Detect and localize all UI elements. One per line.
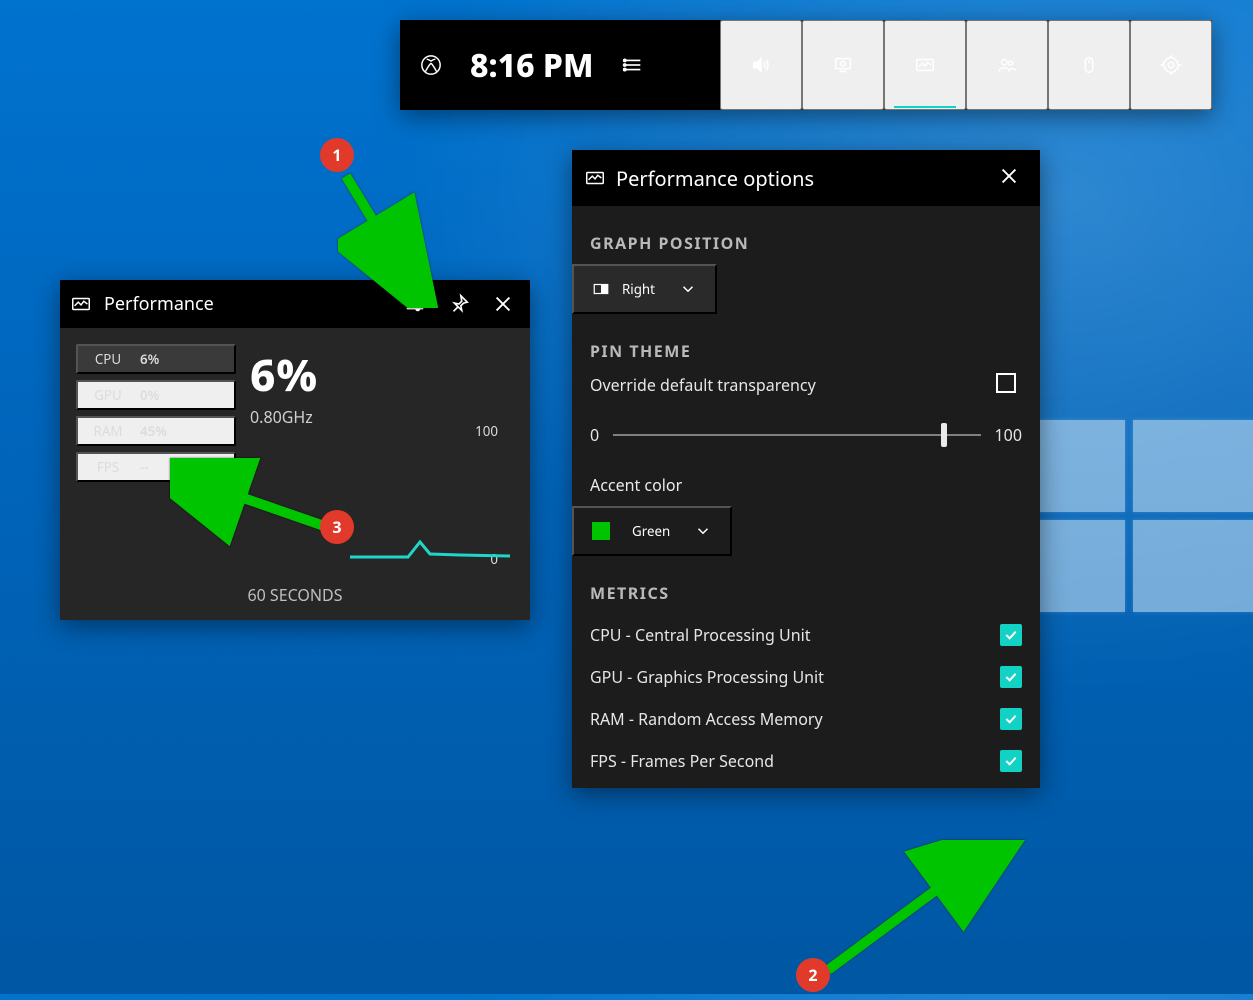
performance-icon <box>584 167 606 189</box>
gamebar-tabs <box>720 20 1212 110</box>
accent-color-label: Accent color <box>590 474 1022 496</box>
menu-icon <box>622 54 644 76</box>
audio-icon <box>750 54 772 76</box>
annotation-arrow-2 <box>820 840 1040 1000</box>
performance-options-panel: Performance options GRAPH POSITION Right… <box>572 150 1040 788</box>
xbox-button[interactable] <box>410 44 452 86</box>
tab-audio[interactable] <box>720 20 802 110</box>
override-transparency-checkbox[interactable] <box>990 372 1022 398</box>
checkbox-checked-icon <box>1000 708 1022 730</box>
slider-min: 0 <box>590 424 599 446</box>
tab-social[interactable] <box>966 20 1048 110</box>
metrics-list: CPU - Central Processing Unit GPU - Grap… <box>572 614 1040 782</box>
gamebar-clock: 8:16 PM <box>470 44 594 87</box>
checkbox-checked-icon <box>1000 624 1022 646</box>
graph-position-icon <box>592 280 610 298</box>
accent-color-value: Green <box>632 522 670 540</box>
mouse-icon <box>1078 54 1100 76</box>
section-graph-position: GRAPH POSITION <box>590 232 1022 254</box>
chart-ymax[interactable]: 100 <box>475 422 498 440</box>
checkbox-checked-icon <box>1000 750 1022 772</box>
metric-gpu[interactable]: GPU0% <box>76 380 236 410</box>
performance-titlebar: Performance <box>60 280 530 328</box>
annotation-1: 1 <box>320 138 354 172</box>
tab-capture[interactable] <box>802 20 884 110</box>
metric-toggle-ram[interactable]: RAM - Random Access Memory <box>572 698 1040 740</box>
section-pin-theme: PIN THEME <box>590 340 1022 362</box>
performance-icon <box>70 293 92 315</box>
annotation-arrow-1 <box>338 168 458 308</box>
settings-icon <box>1160 54 1182 76</box>
options-close-button[interactable] <box>990 157 1028 199</box>
chart-xlabel: 60 SECONDS <box>60 584 530 606</box>
tab-performance[interactable] <box>884 20 966 110</box>
chevron-down-icon <box>694 522 712 540</box>
override-transparency-label: Override default transparency <box>590 374 816 396</box>
windows-logo-watermark <box>1013 420 1253 620</box>
accent-color-swatch <box>592 522 610 540</box>
checkbox-empty-icon <box>996 373 1016 393</box>
section-metrics: METRICS <box>590 582 1022 604</box>
widgets-menu-button[interactable] <box>612 44 654 86</box>
xbox-icon <box>420 54 442 76</box>
tab-mouse[interactable] <box>1048 20 1130 110</box>
close-button[interactable] <box>486 287 520 321</box>
close-icon <box>492 293 514 315</box>
close-icon <box>998 165 1020 187</box>
gamebar-left: 8:16 PM <box>400 20 720 110</box>
slider-max: 100 <box>995 424 1022 446</box>
chevron-down-icon <box>679 280 697 298</box>
tab-settings[interactable] <box>1130 20 1212 110</box>
checkbox-checked-icon <box>1000 666 1022 688</box>
options-titlebar: Performance options <box>572 150 1040 206</box>
metric-ram[interactable]: RAM45% <box>76 416 236 446</box>
options-title: Performance options <box>616 165 814 192</box>
performance-icon <box>914 54 936 76</box>
graph-position-select[interactable]: Right <box>572 264 717 314</box>
performance-widget: Performance CPU6% GPU0% RAM45% FPS-- 6% <box>60 280 530 620</box>
accent-color-select[interactable]: Green <box>572 506 732 556</box>
annotation-2: 2 <box>796 958 830 992</box>
metric-toggle-fps[interactable]: FPS - Frames Per Second <box>572 740 1040 782</box>
annotation-3: 3 <box>320 510 354 544</box>
performance-title: Performance <box>104 292 214 316</box>
big-value: 6% <box>250 344 514 404</box>
transparency-slider[interactable] <box>613 432 980 438</box>
metric-toggle-cpu[interactable]: CPU - Central Processing Unit <box>572 614 1040 656</box>
metric-cpu[interactable]: CPU6% <box>76 344 236 374</box>
gamebar: 8:16 PM <box>400 20 1212 110</box>
capture-icon <box>832 54 854 76</box>
graph-position-value: Right <box>622 280 655 298</box>
sparkline <box>350 502 510 562</box>
metric-toggle-gpu[interactable]: GPU - Graphics Processing Unit <box>572 656 1040 698</box>
people-icon <box>996 54 1018 76</box>
